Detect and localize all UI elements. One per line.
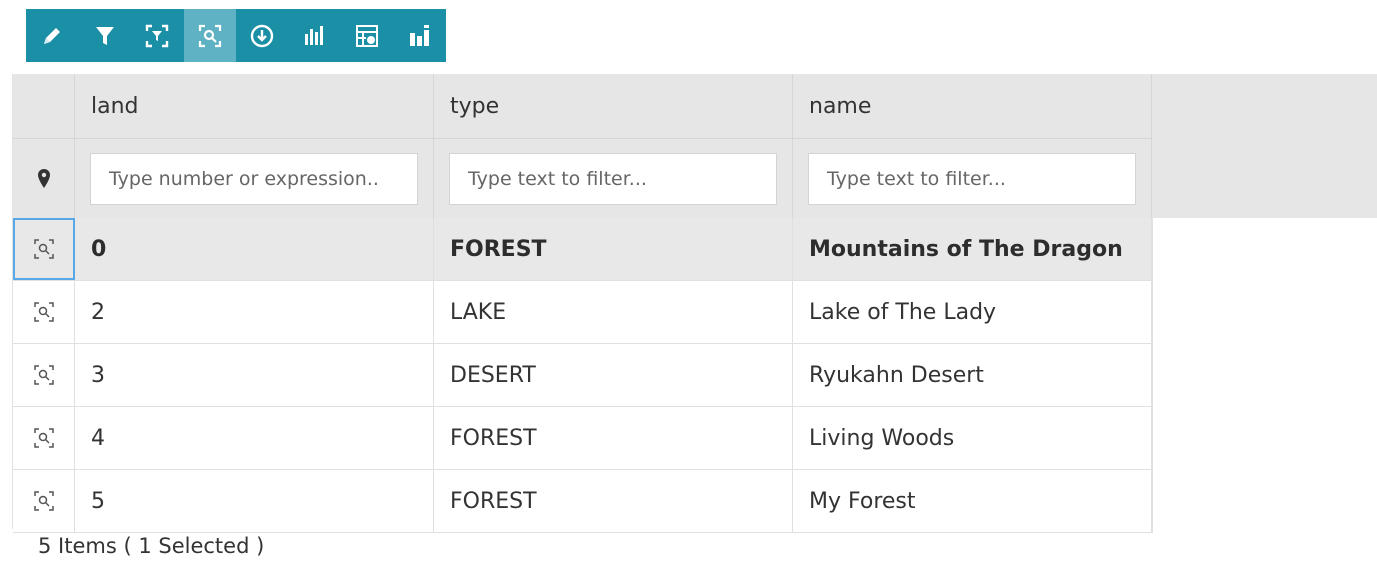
zoom-to-row-button[interactable] (13, 470, 75, 532)
table-settings-button[interactable] (341, 9, 394, 62)
widget-chart-button[interactable] (394, 9, 447, 62)
cell-type: FOREST (434, 407, 793, 469)
pencil-icon (44, 27, 61, 44)
zoom-to-selection-button[interactable] (183, 9, 236, 62)
download-button[interactable] (236, 9, 289, 62)
zoom-to-row-button[interactable] (13, 218, 75, 280)
filter-row-marker (13, 138, 75, 218)
cell-name: Living Woods (793, 407, 1152, 469)
filter-icon (95, 26, 114, 45)
cell-type: LAKE (434, 281, 793, 343)
zoom-to-row-button[interactable] (13, 281, 75, 343)
zoom-to-feature-icon (33, 428, 54, 448)
table-footer-summary: 5 Items ( 1 Selected ) (38, 534, 265, 558)
cell-land: 0 (75, 218, 434, 280)
cell-name: My Forest (793, 470, 1152, 532)
attribute-table: land type name 0 FOREST Mountains of The… (12, 74, 1377, 533)
selector-column-header (13, 74, 75, 138)
filter-input-name[interactable] (808, 152, 1136, 205)
column-header-land[interactable]: land (75, 74, 434, 138)
cell-land: 5 (75, 470, 434, 532)
filter-input-type[interactable] (449, 152, 777, 205)
cell-type: FOREST (434, 470, 793, 532)
column-header-label: name (809, 93, 872, 119)
filter-input-land[interactable] (90, 152, 418, 205)
table-row[interactable]: 4 FOREST Living Woods (13, 407, 1153, 470)
filter-button[interactable] (79, 9, 132, 62)
zoom-to-feature-icon (33, 302, 54, 322)
table-row[interactable]: 3 DESERT Ryukahn Desert (13, 344, 1153, 407)
filter-cell-type (434, 138, 793, 218)
column-header-label: type (450, 93, 500, 119)
column-header-name[interactable]: name (793, 74, 1152, 138)
table-row[interactable]: 0 FOREST Mountains of The Dragon (13, 218, 1153, 281)
cell-name: Lake of The Lady (793, 281, 1152, 343)
zoom-to-feature-icon (33, 365, 54, 385)
cell-land: 2 (75, 281, 434, 343)
filter-selection-icon (146, 24, 169, 47)
zoom-to-feature-icon (33, 491, 54, 511)
filter-cell-name (793, 138, 1152, 218)
map-marker-icon (37, 168, 50, 188)
cell-name: Ryukahn Desert (793, 344, 1152, 406)
cell-land: 4 (75, 407, 434, 469)
chart-icon (304, 25, 323, 45)
column-header-type[interactable]: type (434, 74, 793, 138)
zoom-to-selection-icon (198, 24, 221, 47)
zoom-to-feature-icon (34, 239, 54, 259)
cell-name: Mountains of The Dragon (793, 218, 1152, 280)
download-icon (251, 24, 274, 47)
toolbar (26, 9, 446, 62)
edit-button[interactable] (26, 9, 79, 62)
column-header-label: land (91, 93, 139, 119)
widget-chart-icon (409, 24, 429, 46)
cell-land: 3 (75, 344, 434, 406)
zoom-to-row-button[interactable] (13, 407, 75, 469)
filter-selection-button[interactable] (131, 9, 184, 62)
table-row[interactable]: 5 FOREST My Forest (13, 470, 1153, 533)
zoom-to-row-button[interactable] (13, 344, 75, 406)
chart-button[interactable] (289, 9, 342, 62)
filter-cell-land (75, 138, 434, 218)
table-row[interactable]: 2 LAKE Lake of The Lady (13, 281, 1153, 344)
cell-type: FOREST (434, 218, 793, 280)
table-settings-icon (356, 24, 379, 47)
cell-type: DESERT (434, 344, 793, 406)
